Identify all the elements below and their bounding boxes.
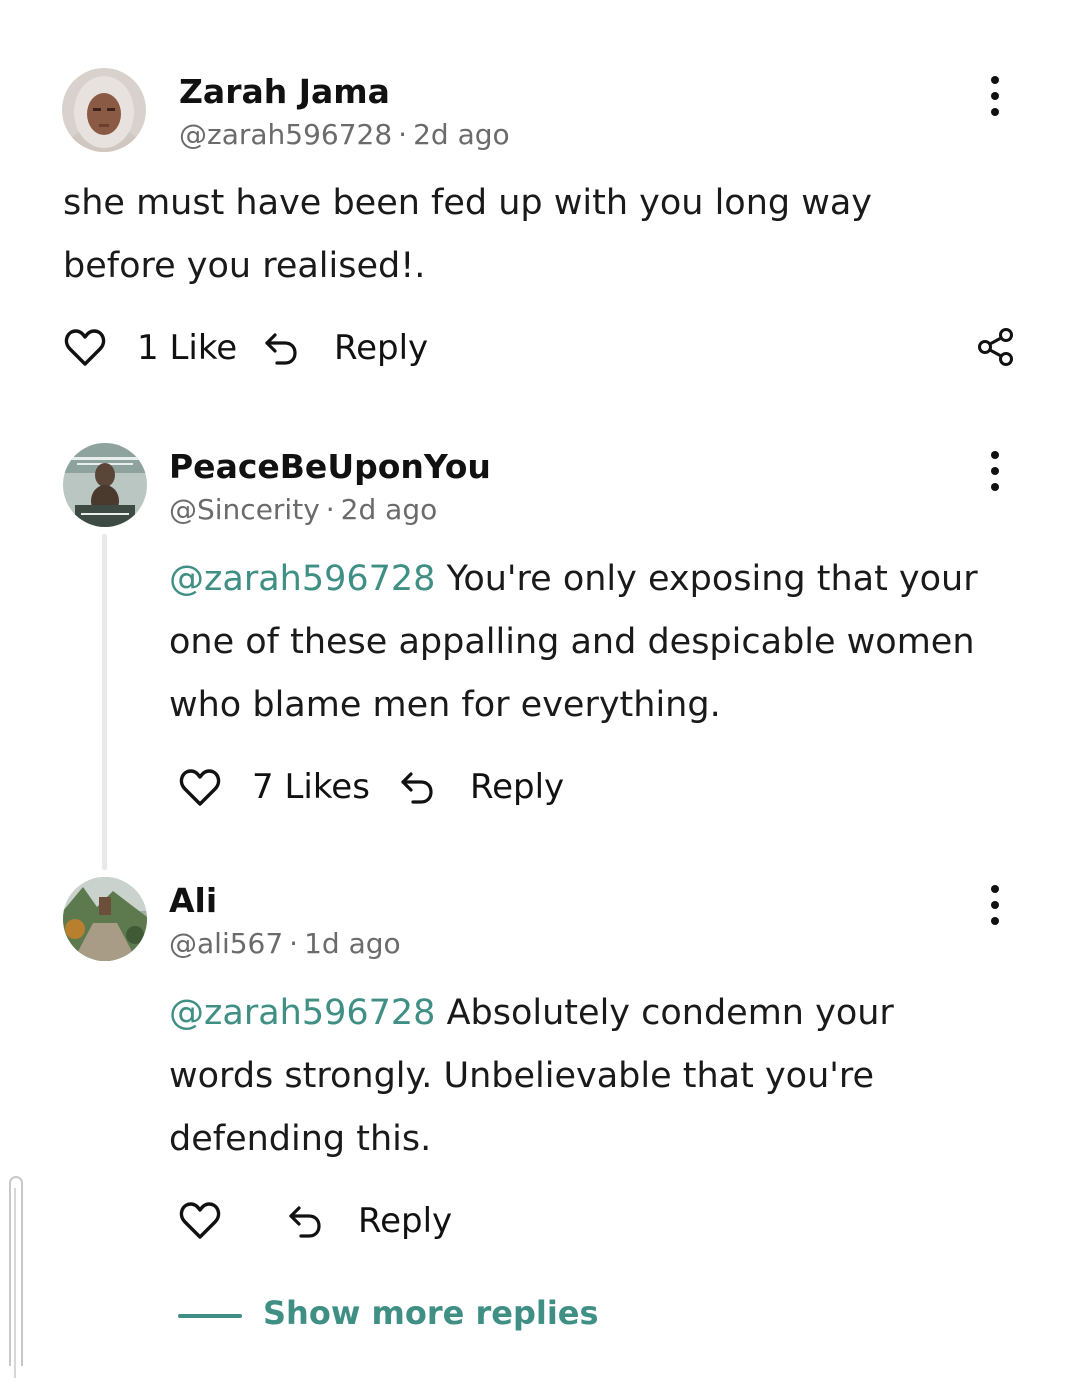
author-meta: @ali567 · 1d ago	[169, 927, 401, 960]
show-more-replies-button[interactable]: Show more replies	[263, 1294, 599, 1332]
avatar-zarah[interactable]	[62, 68, 146, 152]
author-meta: @zarah596728 · 2d ago	[179, 118, 510, 151]
reply-button[interactable]: Reply	[470, 767, 564, 807]
show-more-divider	[178, 1314, 242, 1318]
author-name[interactable]: PeaceBeUponYou	[169, 447, 491, 486]
author-handle[interactable]: @ali567	[169, 927, 283, 960]
more-options-button[interactable]	[989, 74, 1001, 118]
author-handle[interactable]: @zarah596728	[179, 118, 392, 151]
meta-separator: ·	[289, 927, 299, 960]
heart-outline-icon[interactable]	[179, 1201, 221, 1245]
more-options-button[interactable]	[989, 883, 1001, 927]
reply-button[interactable]: Reply	[334, 328, 428, 368]
mention-link[interactable]: @zarah596728	[169, 559, 435, 599]
comment-time: 1d ago	[304, 927, 401, 960]
meta-separator: ·	[325, 493, 335, 526]
author-name[interactable]: Zarah Jama	[179, 72, 390, 111]
scrollbar-handle[interactable]	[9, 1176, 23, 1378]
avatar-ali[interactable]	[63, 877, 147, 961]
heart-outline-icon[interactable]	[64, 328, 106, 372]
heart-outline-icon[interactable]	[179, 768, 221, 812]
author-handle[interactable]: @Sincerity	[169, 493, 320, 526]
meta-separator: ·	[398, 118, 408, 151]
share-icon[interactable]	[977, 327, 1015, 371]
reply-arrow-icon[interactable]	[263, 331, 299, 371]
reply-button[interactable]: Reply	[358, 1201, 452, 1241]
comment-text: @zarah596728 You're only exposing that y…	[169, 559, 978, 725]
comment-text: she must have been fed up with you long …	[63, 183, 873, 286]
comment-text: @zarah596728 Absolutely condemn your wor…	[169, 993, 894, 1159]
author-meta: @Sincerity · 2d ago	[169, 493, 437, 526]
thread-line	[102, 534, 107, 870]
reply-arrow-icon[interactable]	[399, 770, 435, 810]
comment-time: 2d ago	[340, 493, 438, 526]
author-name[interactable]: Ali	[169, 881, 217, 920]
mention-link[interactable]: @zarah596728	[169, 993, 435, 1033]
comment-time: 2d ago	[413, 118, 510, 151]
reply-arrow-icon[interactable]	[287, 1204, 323, 1244]
like-count[interactable]: 1 Like	[137, 328, 237, 368]
avatar-peacebeuponyou[interactable]	[63, 443, 147, 527]
more-options-button[interactable]	[989, 449, 1001, 493]
like-count[interactable]: 7 Likes	[252, 767, 370, 807]
